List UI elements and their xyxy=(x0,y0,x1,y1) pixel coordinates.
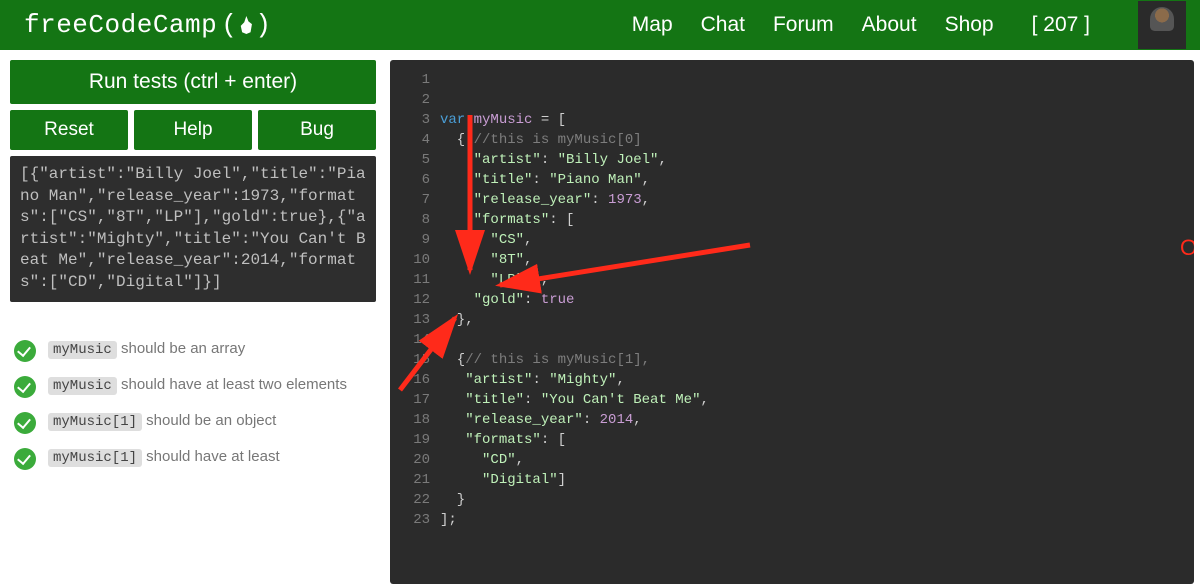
nav: Map Chat Forum About Shop [ 207 ] xyxy=(632,1,1186,49)
annotation-text: ONE FREAKIN COMMA!!! xyxy=(1180,235,1194,261)
tests-list: myMusic should be an array myMusic shoul… xyxy=(10,338,376,470)
brand-text: freeCodeCamp xyxy=(24,10,217,40)
test-text: myMusic should be an array xyxy=(48,338,245,361)
check-icon xyxy=(14,340,36,362)
code-tag: myMusic xyxy=(48,341,117,359)
reset-button[interactable]: Reset xyxy=(10,110,128,150)
nav-shop[interactable]: Shop xyxy=(945,13,994,37)
check-icon xyxy=(14,412,36,434)
flame-icon xyxy=(239,16,253,34)
code-tag: myMusic xyxy=(48,377,117,395)
run-tests-button[interactable]: Run tests (ctrl + enter) xyxy=(10,60,376,104)
brand-logo[interactable]: freeCodeCamp () xyxy=(24,10,271,40)
test-text: myMusic[1] should have at least xyxy=(48,446,280,469)
test-row: myMusic should be an array xyxy=(10,338,376,362)
test-row: myMusic should have at least two element… xyxy=(10,374,376,398)
output-box: [{"artist":"Billy Joel","title":"Piano M… xyxy=(10,156,376,302)
test-row: myMusic[1] should have at least xyxy=(10,446,376,470)
bug-button[interactable]: Bug xyxy=(258,110,376,150)
nav-about[interactable]: About xyxy=(862,13,917,37)
avatar[interactable] xyxy=(1138,1,1186,49)
test-text: myMusic should have at least two element… xyxy=(48,374,347,397)
nav-forum[interactable]: Forum xyxy=(773,13,834,37)
brand-paren: () xyxy=(221,10,271,40)
code-tag: myMusic[1] xyxy=(48,413,142,431)
test-row: myMusic[1] should be an object xyxy=(10,410,376,434)
line-gutter: 1 2 3 4 5 6 7 8 9 10 11 12 13 14 15 16 1… xyxy=(390,70,440,574)
check-icon xyxy=(14,376,36,398)
points-badge[interactable]: [ 207 ] xyxy=(1032,13,1090,37)
nav-map[interactable]: Map xyxy=(632,13,673,37)
button-row: Reset Help Bug xyxy=(10,110,376,150)
help-button[interactable]: Help xyxy=(134,110,252,150)
code-editor[interactable]: 1 2 3 4 5 6 7 8 9 10 11 12 13 14 15 16 1… xyxy=(390,60,1194,584)
layout: Run tests (ctrl + enter) Reset Help Bug … xyxy=(0,50,1200,584)
code-content: var myMusic = [ { //this is myMusic[0] "… xyxy=(440,70,709,574)
test-text: myMusic[1] should be an object xyxy=(48,410,276,433)
left-panel: Run tests (ctrl + enter) Reset Help Bug … xyxy=(10,60,376,584)
header: freeCodeCamp () Map Chat Forum About Sho… xyxy=(0,0,1200,50)
check-icon xyxy=(14,448,36,470)
nav-chat[interactable]: Chat xyxy=(701,13,745,37)
code-tag: myMusic[1] xyxy=(48,449,142,467)
